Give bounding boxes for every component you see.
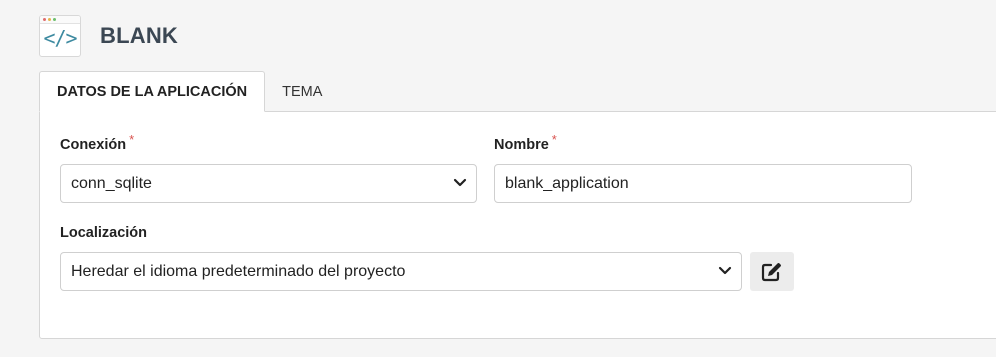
chevron-down-icon bbox=[718, 266, 732, 275]
name-label: Nombre * bbox=[494, 132, 557, 153]
code-brackets-icon: </> bbox=[39, 15, 81, 57]
required-marker: * bbox=[551, 132, 557, 147]
tab-bar: DATOS DE LA APLICACIÓN TEMA bbox=[39, 71, 339, 112]
connection-label-text: Conexión bbox=[60, 137, 127, 153]
connection-select[interactable]: conn_sqlite bbox=[60, 164, 477, 203]
required-marker: * bbox=[129, 132, 135, 147]
name-label-text: Nombre bbox=[494, 137, 549, 153]
connection-label: Conexión * bbox=[60, 132, 134, 153]
locale-label: Localización bbox=[60, 225, 147, 241]
name-value: blank_application bbox=[505, 174, 629, 192]
locale-select[interactable]: Heredar el idioma predeterminado del pro… bbox=[60, 252, 742, 291]
page-title: BLANK bbox=[100, 23, 178, 48]
chevron-down-icon bbox=[453, 178, 467, 187]
tab-datos-aplicacion[interactable]: DATOS DE LA APLICACIÓN bbox=[39, 71, 266, 112]
edit-locale-button[interactable] bbox=[750, 252, 794, 291]
edit-icon bbox=[761, 262, 781, 281]
tab-tema[interactable]: TEMA bbox=[265, 71, 339, 112]
locale-value: Heredar el idioma predeterminado del pro… bbox=[71, 262, 406, 280]
form-panel: Conexión * conn_sqlite Nombre * blank_appl… bbox=[39, 111, 996, 339]
locale-label-text: Localización bbox=[60, 225, 148, 241]
code-glyph: </> bbox=[43, 26, 77, 50]
connection-value: conn_sqlite bbox=[71, 174, 152, 192]
name-input[interactable]: blank_application bbox=[494, 164, 912, 203]
app-header: </> BLANK bbox=[39, 15, 178, 57]
